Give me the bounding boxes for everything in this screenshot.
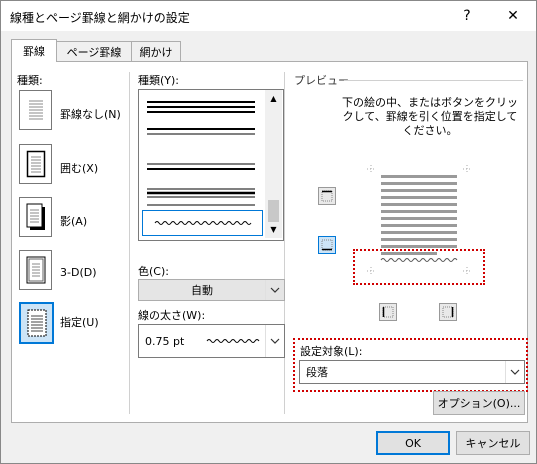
preset-box-label[interactable]: 囲む(X) (60, 160, 98, 176)
scroll-down-icon[interactable]: ▼ (265, 221, 282, 238)
shadow-border-icon (26, 203, 45, 230)
preview-heading-rule (344, 80, 523, 81)
right-border-button[interactable] (439, 303, 457, 321)
preset-box[interactable] (19, 144, 52, 184)
left-border-icon (382, 306, 394, 318)
selected-wavy-style[interactable] (142, 210, 263, 236)
none-border-icon (28, 100, 43, 120)
preset-shadow-label[interactable]: 影(A) (60, 213, 87, 229)
preset-custom-label[interactable]: 指定(U) (60, 314, 99, 330)
tab-shading[interactable]: 網かけ (131, 41, 181, 61)
color-label: 色(C): (138, 265, 169, 278)
cancel-button[interactable]: キャンセル (456, 431, 530, 455)
width-value: 0.75 pt (145, 334, 185, 348)
separator-right (284, 72, 285, 414)
title-bar: 線種とページ罫線と網かけの設定 ? ✕ (1, 1, 536, 31)
apply-to-select[interactable]: 段落 (299, 360, 525, 384)
preview-heading: プレビュー (294, 74, 349, 87)
options-button[interactable]: オプション(O)... (433, 391, 525, 415)
apply-to-label: 設定対象(L): (300, 345, 363, 358)
color-select[interactable]: 自動 (138, 279, 285, 301)
preset-3d[interactable] (19, 250, 52, 290)
custom-border-icon (27, 309, 46, 337)
separator-left (129, 72, 130, 414)
style-scrollbar[interactable]: ▲ ▼ (265, 90, 282, 238)
preview-instructions: 下の絵の中、またはボタンをクリックして、罫線を引く位置を指定してください。 (342, 96, 518, 137)
bottom-border-icon (321, 239, 333, 251)
color-value: 自動 (191, 284, 213, 297)
wavy-line-icon (154, 221, 252, 225)
top-border-button[interactable] (318, 187, 336, 205)
line-style-list[interactable]: ▲ ▼ (138, 89, 284, 241)
borders-and-shading-dialog: 線種とページ罫線と網かけの設定 ? ✕ 罫線 ページ罫線 網かけ 種類: 罫線な… (0, 0, 537, 464)
apply-to-value: 段落 (306, 366, 328, 379)
preset-none-label[interactable]: 罫線なし(N) (60, 106, 121, 122)
top-border-icon (321, 190, 333, 202)
tab-borders[interactable]: 罫線 (11, 39, 57, 62)
style-heading: 種類(Y): (138, 74, 180, 87)
help-button[interactable]: ? (444, 1, 490, 31)
close-button[interactable]: ✕ (490, 1, 536, 31)
3d-border-icon (26, 256, 45, 284)
chevron-down-icon (265, 280, 284, 300)
preset-3d-label[interactable]: 3-D(D) (60, 266, 97, 279)
preset-custom[interactable] (19, 302, 54, 344)
ok-button[interactable]: OK (376, 431, 450, 455)
left-border-button[interactable] (379, 303, 397, 321)
bottom-border-highlight (353, 249, 485, 285)
setting-heading: 種類: (17, 74, 43, 87)
bottom-border-button[interactable] (318, 236, 336, 254)
box-border-icon (26, 150, 45, 178)
tab-page-border[interactable]: ページ罫線 (55, 41, 133, 61)
width-select[interactable]: 0.75 pt (138, 324, 285, 358)
chevron-down-icon (505, 361, 524, 383)
width-label: 線の太さ(W): (138, 309, 206, 322)
dialog-title: 線種とページ罫線と網かけの設定 (10, 11, 190, 25)
chevron-down-icon (265, 325, 284, 357)
right-border-icon (442, 306, 454, 318)
preset-shadow[interactable] (19, 197, 52, 237)
scroll-thumb[interactable] (268, 200, 279, 222)
wavy-sample-icon (206, 339, 260, 343)
tab-panel: 種類: 罫線なし(N) 囲む(X) 影(A) 3-D(D) 指定(U) 種類(Y… (11, 61, 528, 423)
scroll-up-icon[interactable]: ▲ (265, 90, 282, 107)
preset-none[interactable] (19, 90, 52, 130)
